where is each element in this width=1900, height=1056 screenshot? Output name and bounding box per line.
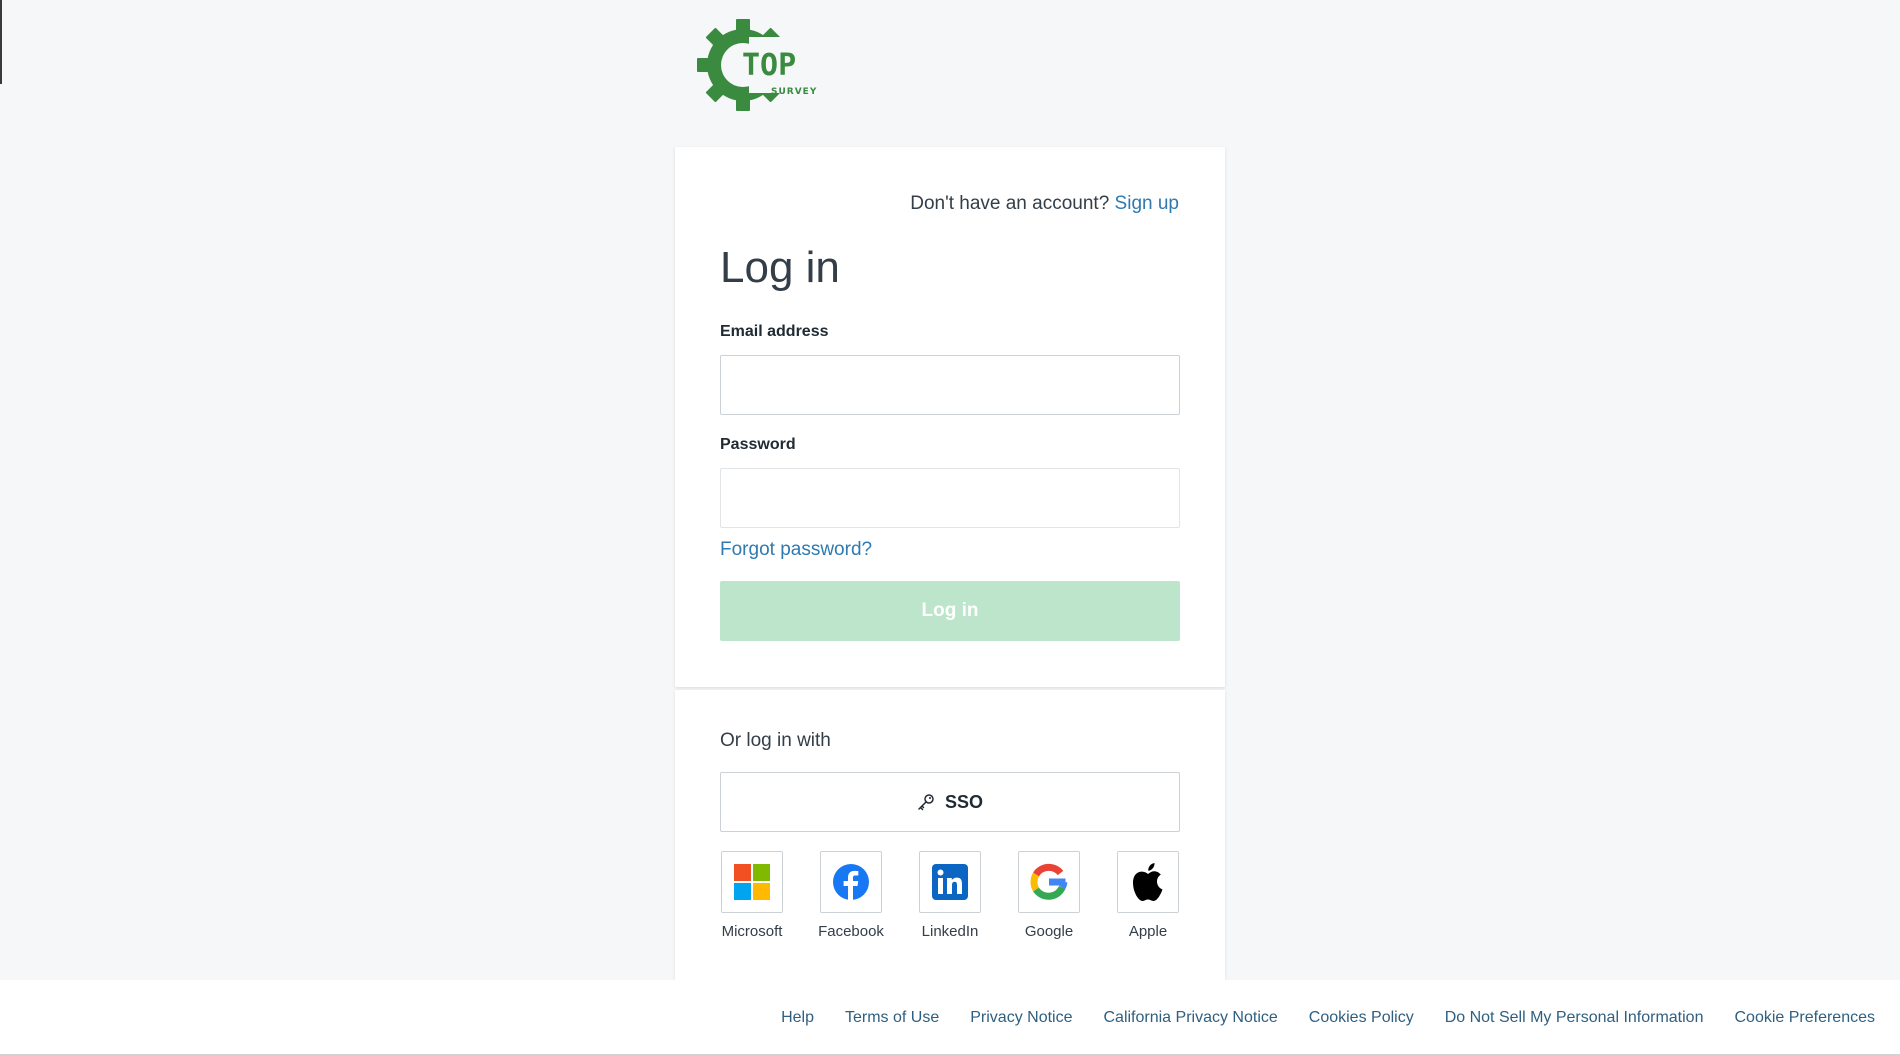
logo-subtext: SURVEY [771,87,817,97]
brand-logo[interactable]: TOP SURVEY [695,17,825,113]
microsoft-login-button[interactable]: Microsoft [720,851,784,940]
footer-link-cookies-policy[interactable]: Cookies Policy [1309,1009,1414,1027]
linkedin-tile[interactable] [919,851,981,913]
email-field[interactable] [720,355,1180,415]
footer-link-privacy[interactable]: Privacy Notice [970,1009,1072,1027]
social-providers: Microsoft Facebook LinkedIn Google Apple [720,851,1180,940]
gear-icon: TOP SURVEY [697,19,817,111]
linkedin-icon [932,864,968,900]
window-edge [0,0,2,84]
provider-label: LinkedIn [921,923,979,940]
sso-button[interactable]: SSO [720,772,1180,832]
footer-link-do-not-sell[interactable]: Do Not Sell My Personal Information [1445,1009,1704,1027]
signup-prompt-row: Don't have an account? Sign up [910,193,1179,215]
microsoft-tile[interactable] [721,851,783,913]
google-login-button[interactable]: Google [1017,851,1081,940]
apple-icon [1133,863,1163,901]
facebook-icon [833,864,869,900]
footer-links: Help Terms of Use Privacy Notice Califor… [781,980,1875,1056]
password-field[interactable] [720,468,1180,528]
alt-login-heading: Or log in with [720,730,831,751]
footer-link-cookie-preferences[interactable]: Cookie Preferences [1734,1009,1875,1027]
alternate-login-card: Or log in with SSO Microsoft Facebook Li… [675,690,1225,980]
facebook-login-button[interactable]: Facebook [818,851,884,940]
footer-link-terms[interactable]: Terms of Use [845,1009,939,1027]
footer-link-help[interactable]: Help [781,1009,814,1027]
provider-label: Microsoft [721,923,783,940]
signup-link[interactable]: Sign up [1115,193,1179,214]
forgot-password-link[interactable]: Forgot password? [720,539,872,561]
linkedin-login-button[interactable]: LinkedIn [918,851,982,940]
footer: Help Terms of Use Privacy Notice Califor… [0,980,1900,1056]
login-button[interactable]: Log in [720,581,1180,641]
sso-label: SSO [944,791,983,812]
footer-link-california-privacy[interactable]: California Privacy Notice [1103,1009,1277,1027]
apple-login-button[interactable]: Apple [1116,851,1180,940]
google-icon [1030,863,1068,900]
facebook-tile[interactable] [820,851,882,913]
email-label: Email address [720,323,829,340]
provider-label: Apple [1128,923,1168,940]
key-icon [918,794,934,811]
provider-label: Google [1024,923,1074,940]
provider-label: Facebook [818,923,884,940]
page-title: Log in [720,243,840,292]
signup-prompt: Don't have an account? [910,193,1110,214]
password-label: Password [720,436,796,453]
logo-text: TOP [742,48,796,83]
microsoft-icon [734,864,770,900]
apple-tile[interactable] [1117,851,1179,913]
google-tile[interactable] [1018,851,1080,913]
login-card: Don't have an account? Sign up Log in Em… [675,147,1225,687]
